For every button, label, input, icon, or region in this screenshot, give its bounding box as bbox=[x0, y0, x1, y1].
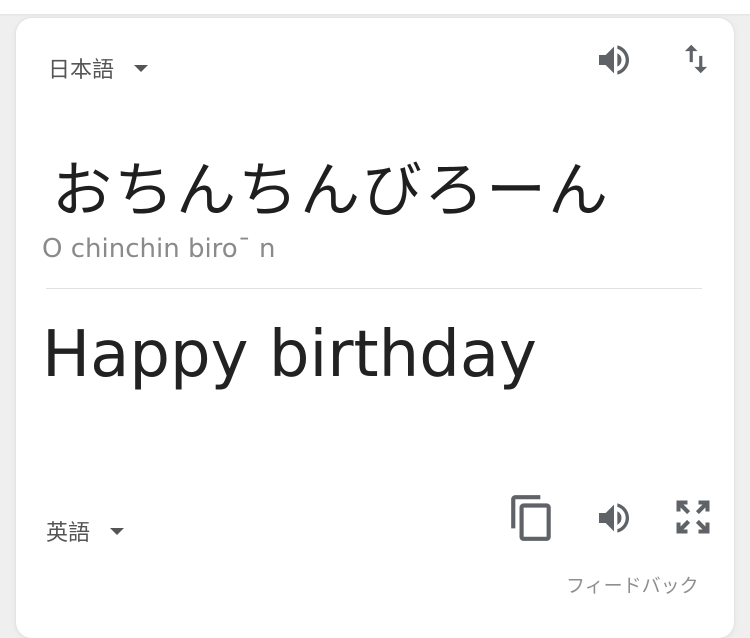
copy-button[interactable] bbox=[506, 490, 558, 546]
speaker-icon bbox=[599, 503, 629, 533]
chevron-down-icon bbox=[110, 527, 125, 535]
previous-card-edge bbox=[0, 0, 750, 14]
listen-source-button[interactable] bbox=[590, 38, 638, 82]
fullscreen-icon bbox=[676, 500, 710, 534]
divider bbox=[46, 288, 702, 289]
copy-icon bbox=[511, 495, 551, 541]
feedback-link[interactable]: フィードバック bbox=[566, 571, 699, 598]
source-language-label: 日本語 bbox=[48, 58, 115, 83]
target-language-label: 英語 bbox=[46, 521, 91, 546]
swap-languages-button[interactable] bbox=[672, 36, 720, 82]
translated-text: Happy birthday bbox=[42, 318, 537, 392]
listen-target-button[interactable] bbox=[590, 496, 638, 540]
speaker-icon bbox=[599, 45, 629, 75]
swap-arrows-icon bbox=[684, 44, 708, 74]
source-language-selector[interactable]: 日本語 bbox=[48, 52, 149, 84]
translation-card: 日本語 おちんちんびろーん O chinchin biro¯ n Happy b… bbox=[16, 18, 734, 638]
target-language-selector[interactable]: 英語 bbox=[46, 515, 125, 547]
source-text: おちんちんびろーん bbox=[52, 156, 610, 226]
source-romanization: O chinchin biro¯ n bbox=[42, 234, 276, 264]
fullscreen-button[interactable] bbox=[670, 494, 716, 540]
chevron-down-icon bbox=[134, 64, 149, 72]
